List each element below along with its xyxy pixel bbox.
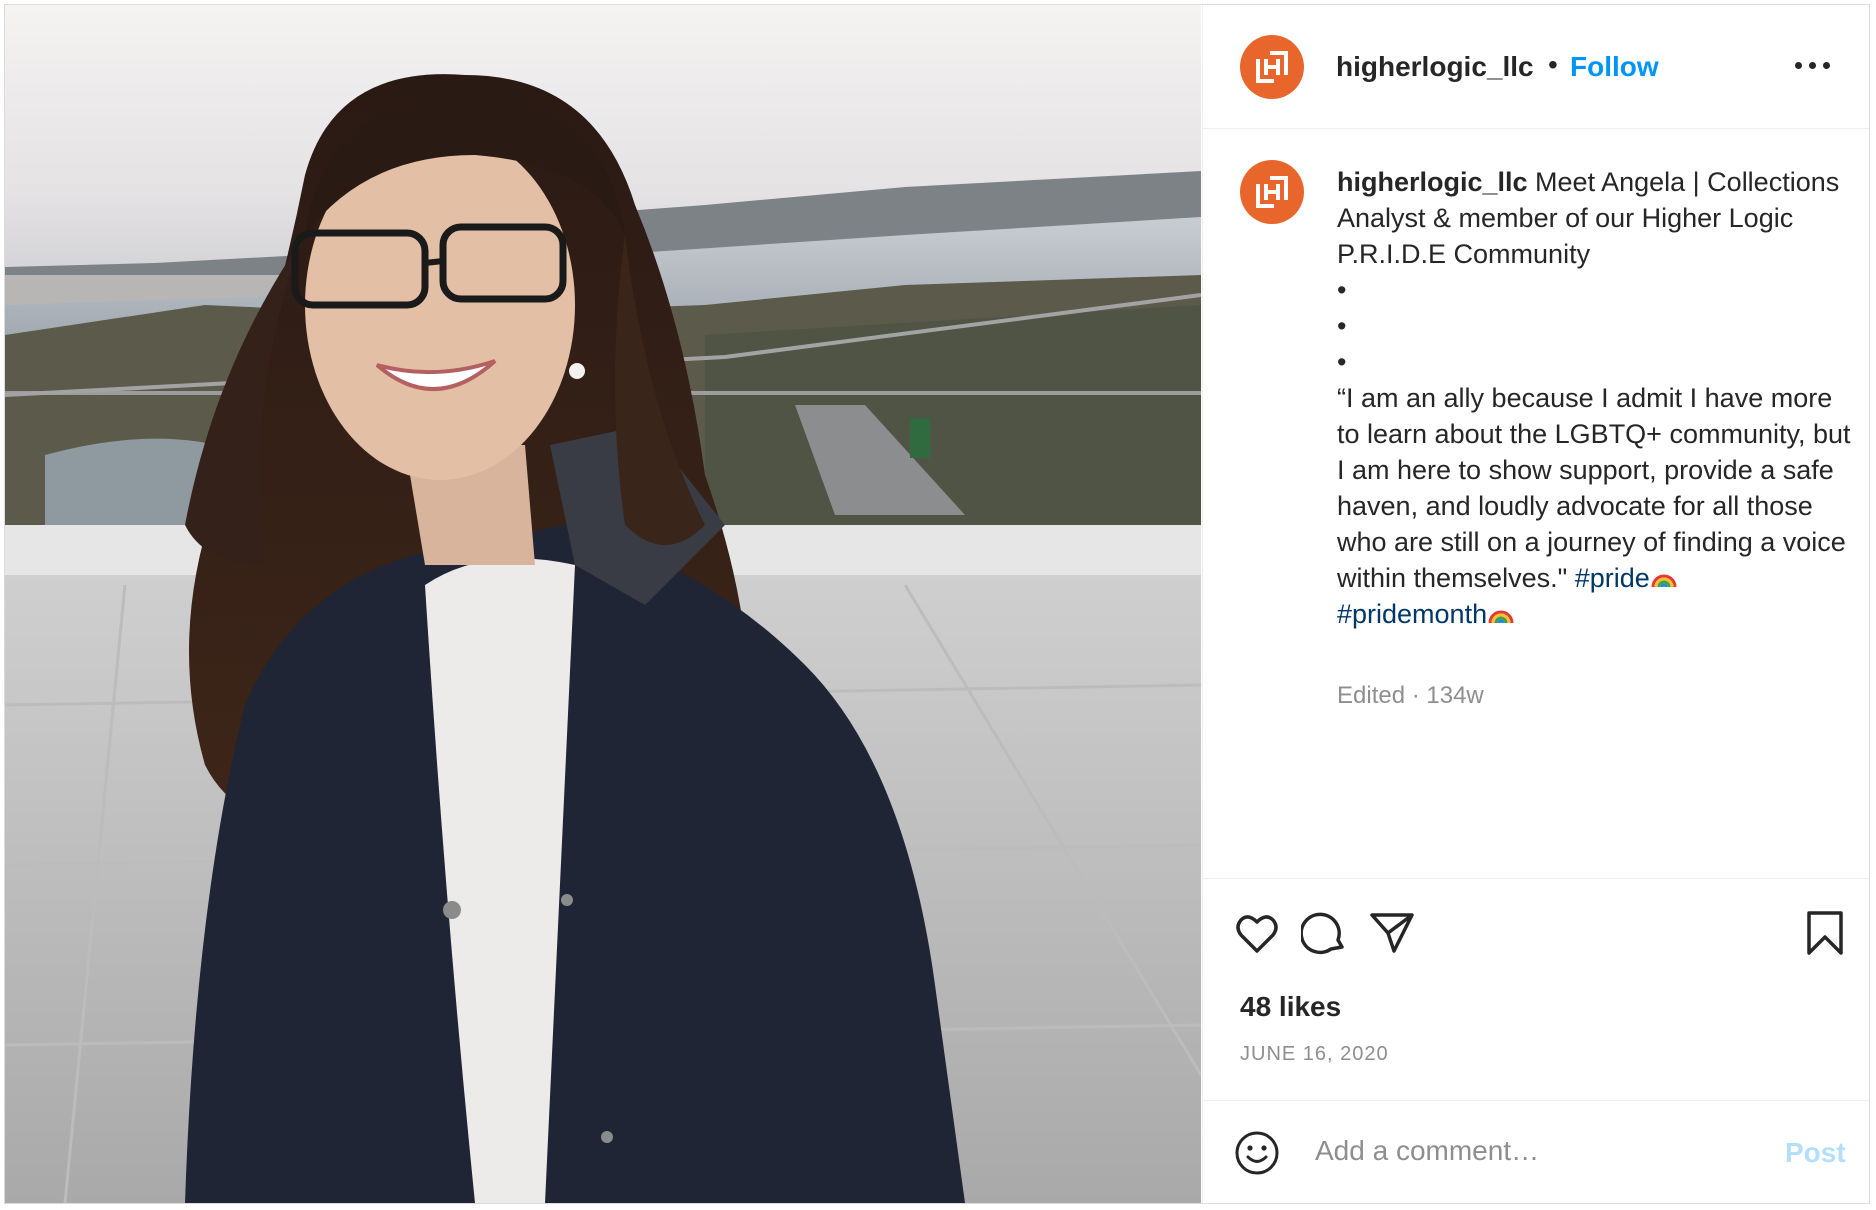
separator-dot: • [1548,49,1558,80]
post-date[interactable]: JUNE 16, 2020 [1240,1043,1389,1066]
post-sidebar: higherlogic_llc • Follow higherlogic_llc… [1202,5,1869,1203]
follow-button[interactable]: Follow [1570,51,1659,83]
caption-meta: Edited · 134w [1337,682,1484,709]
share-icon[interactable] [1368,909,1416,957]
hashtag-pridemonth[interactable]: #pridemonth [1337,599,1487,629]
post-caption: higherlogic_llc Meet Angela | Collection… [1337,164,1857,632]
hashtag-pride[interactable]: #pride [1575,563,1650,593]
likes-count[interactable]: 48 likes [1240,991,1341,1023]
caption-text: Meet Angela | Collections Analyst & memb… [1337,167,1851,593]
comment-bar: Post [1203,1100,1869,1203]
caption-username[interactable]: higherlogic_llc [1337,167,1528,197]
smiley-icon[interactable] [1233,1129,1281,1177]
avatar[interactable] [1240,35,1304,99]
rainbow-emoji-icon [1488,610,1514,624]
more-options-icon[interactable] [1793,59,1833,71]
post-comment-button[interactable]: Post [1785,1137,1846,1169]
instagram-post-frame: higherlogic_llc • Follow higherlogic_llc… [4,4,1870,1204]
post-header: higherlogic_llc • Follow [1203,5,1869,129]
rainbow-emoji-icon [1651,574,1677,588]
bookmark-icon[interactable] [1803,909,1847,957]
comment-icon[interactable] [1301,909,1349,957]
heart-icon[interactable] [1233,909,1281,957]
photo-illustration [5,5,1201,1203]
post-actions: 48 likes JUNE 16, 2020 [1203,878,1869,1100]
higher-logic-logo-icon [1256,51,1288,83]
post-photo[interactable] [5,5,1201,1203]
username-link[interactable]: higherlogic_llc [1336,51,1534,83]
caption-section: higherlogic_llc Meet Angela | Collection… [1203,130,1869,878]
caption-avatar[interactable] [1240,160,1304,224]
higher-logic-logo-icon [1256,176,1288,208]
comment-input[interactable] [1315,1129,1755,1173]
